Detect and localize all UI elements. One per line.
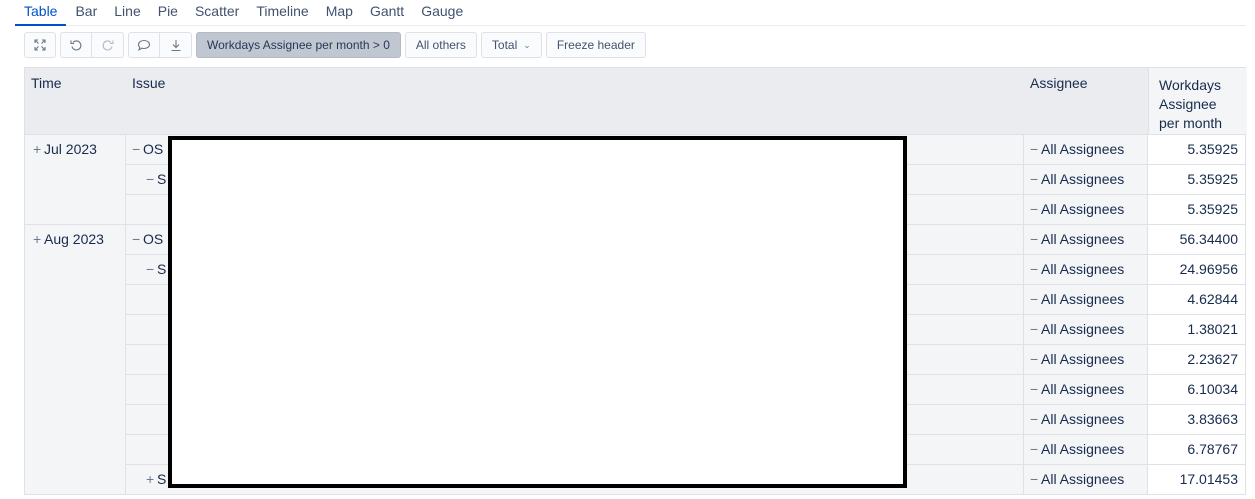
assignee-cell[interactable]: − All Assignees [1023,285,1147,315]
tab-bar[interactable]: Bar [75,0,97,24]
tab-map[interactable]: Map [326,0,353,24]
workdays-value: 17.01453 [1147,465,1246,495]
workdays-value: 24.96956 [1147,255,1246,285]
header-issue[interactable]: Issue [126,68,1024,134]
collapse-icon[interactable]: − [1030,225,1039,254]
comment-download-group [128,32,192,58]
assignee-label: All Assignees [1041,471,1125,487]
assignee-cell[interactable]: − All Assignees [1023,195,1147,225]
workdays-value: 5.35925 [1147,135,1246,165]
issue-label: S [157,261,167,277]
collapse-icon[interactable]: − [1030,465,1039,494]
issue-label: S [157,171,167,187]
download-icon [171,39,180,51]
assignee-label: All Assignees [1041,441,1125,457]
fullscreen-button[interactable] [24,32,56,58]
workdays-value: 4.62844 [1147,285,1246,315]
workdays-value: 56.34400 [1147,225,1246,255]
workdays-value: 6.78767 [1147,435,1246,465]
undo-icon [69,39,81,50]
download-button[interactable] [160,32,192,58]
redaction-box [168,136,907,488]
collapse-icon[interactable]: − [1030,195,1039,224]
toolbar: Workdays Assignee per month > 0 All othe… [24,32,650,58]
chevron-down-icon: ⌄ [523,39,531,50]
undo-button[interactable] [60,32,92,58]
expand-icon[interactable]: + [146,465,155,494]
workdays-value: 5.35925 [1147,195,1246,225]
total-label: Total [491,38,518,52]
collapse-icon[interactable]: − [1030,285,1039,314]
tab-gauge[interactable]: Gauge [421,0,463,24]
collapse-icon[interactable]: − [1030,135,1039,164]
collapse-icon[interactable]: − [146,165,155,194]
measure-filter-button[interactable]: Workdays Assignee per month > 0 [196,32,401,58]
assignee-cell[interactable]: − All Assignees [1023,405,1147,435]
assignee-label: All Assignees [1041,291,1125,307]
collapse-icon[interactable]: − [132,225,141,254]
all-others-button[interactable]: All others [404,32,477,58]
assignee-cell[interactable]: − All Assignees [1023,375,1147,405]
total-dropdown[interactable]: Total ⌄ [480,32,542,58]
assignee-cell[interactable]: − All Assignees [1023,345,1147,375]
redo-button[interactable] [92,32,124,58]
header-assignee[interactable]: Assignee [1024,68,1148,134]
undo-redo-group [60,32,124,58]
assignee-label: All Assignees [1041,141,1125,157]
workdays-value: 5.35925 [1147,165,1246,195]
collapse-icon[interactable]: − [1030,315,1039,344]
assignee-label: All Assignees [1041,351,1125,367]
issue-label: OS [143,231,164,247]
assignee-label: All Assignees [1041,231,1125,247]
tab-gantt[interactable]: Gantt [370,0,404,24]
comment-button[interactable] [128,32,160,58]
workdays-value: 2.23627 [1147,345,1246,375]
collapse-icon[interactable]: − [146,255,155,284]
collapse-icon[interactable]: − [1030,345,1039,374]
assignee-label: All Assignees [1041,201,1125,217]
redo-icon [102,39,114,50]
collapse-icon[interactable]: − [1030,375,1039,404]
comment-icon [137,39,151,51]
assignee-label: All Assignees [1041,321,1125,337]
assignee-cell[interactable]: − All Assignees [1023,135,1147,165]
workdays-value: 1.38021 [1147,315,1246,345]
header-workdays[interactable]: Workdays Assignee per month [1148,68,1247,134]
assignee-label: All Assignees [1041,381,1125,397]
assignee-cell[interactable]: − All Assignees [1023,165,1147,195]
header-time[interactable]: Time [25,68,126,134]
assignee-cell[interactable]: − All Assignees [1023,315,1147,345]
tab-timeline[interactable]: Timeline [256,0,308,24]
fullscreen-icon [34,39,46,51]
tab-scatter[interactable]: Scatter [195,0,239,24]
tab-table[interactable]: Table [15,0,67,26]
assignee-label: All Assignees [1041,411,1125,427]
issue-label: OS [143,141,164,157]
table-header: Time Issue Assignee Workdays Assignee pe… [24,67,1247,135]
workdays-value: 6.10034 [1147,375,1246,405]
collapse-icon[interactable]: − [1030,405,1039,434]
assignee-label: All Assignees [1041,171,1125,187]
collapse-icon[interactable]: − [132,135,141,164]
assignee-cell[interactable]: − All Assignees [1023,255,1147,285]
freeze-header-button[interactable]: Freeze header [545,32,646,58]
tab-pie[interactable]: Pie [158,0,178,24]
assignee-cell[interactable]: − All Assignees [1023,225,1147,255]
collapse-icon[interactable]: − [1030,255,1039,284]
collapse-icon[interactable]: − [1030,435,1039,464]
collapse-icon[interactable]: − [1030,165,1039,194]
tab-line[interactable]: Line [114,0,140,24]
assignee-cell[interactable]: − All Assignees [1023,465,1147,495]
assignee-label: All Assignees [1041,261,1125,277]
assignee-cell[interactable]: − All Assignees [1023,435,1147,465]
issue-label: S [157,471,167,487]
workdays-value: 3.83663 [1147,405,1246,435]
view-tabs: Table Bar Line Pie Scatter Timeline Map Gantt Ga… [15,0,1246,26]
